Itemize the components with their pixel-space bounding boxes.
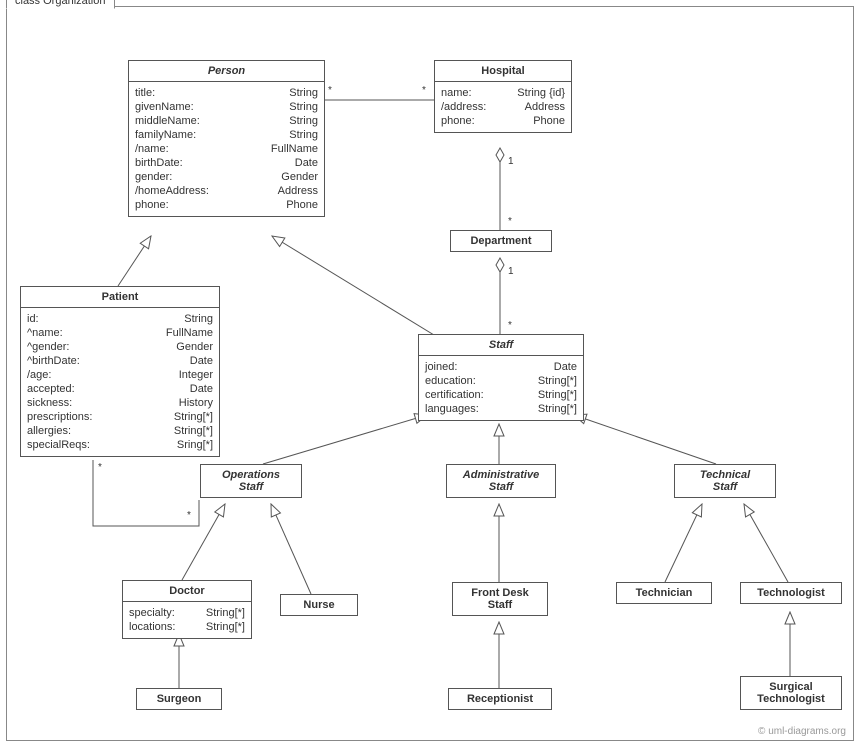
class-admin-staff: Administrative Staff (446, 464, 556, 498)
class-doctor-name: Doctor (123, 581, 251, 602)
tech-l2: Staff (681, 481, 769, 493)
class-person: Person title:StringgivenName:Stringmiddl… (128, 60, 325, 217)
class-patient-body: id:String^name:FullName^gender:Gender^bi… (21, 308, 219, 456)
class-frontdesk-name: Front Desk Staff (453, 583, 547, 615)
attribute-row: title:String (135, 86, 318, 100)
class-hospital: Hospital name:String {id}/address:Addres… (434, 60, 572, 133)
attribute-row: joined:Date (425, 360, 577, 374)
attribute-row: id:String (27, 312, 213, 326)
diagram-canvas: class Organization (0, 0, 860, 747)
mult-hosp-dept-d: * (508, 216, 512, 227)
class-receptionist-name: Receptionist (449, 689, 551, 709)
class-patient-name: Patient (21, 287, 219, 308)
class-nurse-name: Nurse (281, 595, 357, 615)
class-surgeon-name: Surgeon (137, 689, 221, 709)
admin-l2: Staff (453, 481, 549, 493)
mult-hospital-side: * (422, 85, 426, 96)
class-ops-name: Operations Staff (201, 465, 301, 497)
attribute-row: familyName:String (135, 128, 318, 142)
attribute-row: ^gender:Gender (27, 340, 213, 354)
attribute-row: /age:Integer (27, 368, 213, 382)
class-doctor-body: specialty:String[*]locations:String[*] (123, 602, 251, 638)
mult-dept-staff-d: 1 (508, 266, 514, 277)
attribute-row: locations:String[*] (129, 620, 245, 634)
attribute-row: allergies:String[*] (27, 424, 213, 438)
class-nurse: Nurse (280, 594, 358, 616)
attribute-row: phone:Phone (441, 114, 565, 128)
class-staff-body: joined:Dateeducation:String[*]certificat… (419, 356, 583, 420)
attribute-row: sickness:History (27, 396, 213, 410)
fd-l2: Staff (459, 599, 541, 611)
attribute-row: ^birthDate:Date (27, 354, 213, 368)
class-surgical-technologist: Surgical Technologist (740, 676, 842, 710)
attribute-row: prescriptions:String[*] (27, 410, 213, 424)
class-technician-name: Technician (617, 583, 711, 603)
ops-l1: Operations (207, 469, 295, 481)
fd-l1: Front Desk (459, 587, 541, 599)
tech-l1: Technical (681, 469, 769, 481)
attribute-row: specialty:String[*] (129, 606, 245, 620)
attribute-row: specialReqs:Sring[*] (27, 438, 213, 452)
attribute-row: languages:String[*] (425, 402, 577, 416)
class-operations-staff: Operations Staff (200, 464, 302, 498)
class-hospital-body: name:String {id}/address:Addressphone:Ph… (435, 82, 571, 132)
class-patient: Patient id:String^name:FullName^gender:G… (20, 286, 220, 457)
credit-text: © uml-diagrams.org (758, 726, 846, 737)
class-staff-name: Staff (419, 335, 583, 356)
attribute-row: birthDate:Date (135, 156, 318, 170)
class-frontdesk: Front Desk Staff (452, 582, 548, 616)
class-tech-name: Technical Staff (675, 465, 775, 497)
class-technologist: Technologist (740, 582, 842, 604)
attribute-row: ^name:FullName (27, 326, 213, 340)
mult-hosp-dept-h: 1 (508, 156, 514, 167)
class-staff: Staff joined:Dateeducation:String[*]cert… (418, 334, 584, 421)
class-tech-staff: Technical Staff (674, 464, 776, 498)
attribute-row: middleName:String (135, 114, 318, 128)
st-l2: Technologist (747, 693, 835, 705)
attribute-row: /address:Address (441, 100, 565, 114)
mult-person-side: * (328, 85, 332, 96)
class-hospital-name: Hospital (435, 61, 571, 82)
class-person-body: title:StringgivenName:StringmiddleName:S… (129, 82, 324, 216)
attribute-row: givenName:String (135, 100, 318, 114)
admin-l1: Administrative (453, 469, 549, 481)
frame-title: class Organization (6, 0, 115, 9)
class-surgtech-name: Surgical Technologist (741, 677, 841, 709)
class-surgeon: Surgeon (136, 688, 222, 710)
attribute-row: phone:Phone (135, 198, 318, 212)
class-receptionist: Receptionist (448, 688, 552, 710)
mult-dept-staff-s: * (508, 320, 512, 331)
class-person-name: Person (129, 61, 324, 82)
attribute-row: /homeAddress:Address (135, 184, 318, 198)
class-technician: Technician (616, 582, 712, 604)
attribute-row: name:String {id} (441, 86, 565, 100)
class-department: Department (450, 230, 552, 252)
mult-pat-ops-p: * (98, 462, 102, 473)
mult-pat-ops-o: * (187, 510, 191, 521)
class-doctor: Doctor specialty:String[*]locations:Stri… (122, 580, 252, 639)
attribute-row: certification:String[*] (425, 388, 577, 402)
st-l1: Surgical (747, 681, 835, 693)
class-department-name: Department (451, 231, 551, 251)
attribute-row: gender:Gender (135, 170, 318, 184)
attribute-row: /name:FullName (135, 142, 318, 156)
class-admin-name: Administrative Staff (447, 465, 555, 497)
class-technologist-name: Technologist (741, 583, 841, 603)
attribute-row: education:String[*] (425, 374, 577, 388)
ops-l2: Staff (207, 481, 295, 493)
attribute-row: accepted:Date (27, 382, 213, 396)
